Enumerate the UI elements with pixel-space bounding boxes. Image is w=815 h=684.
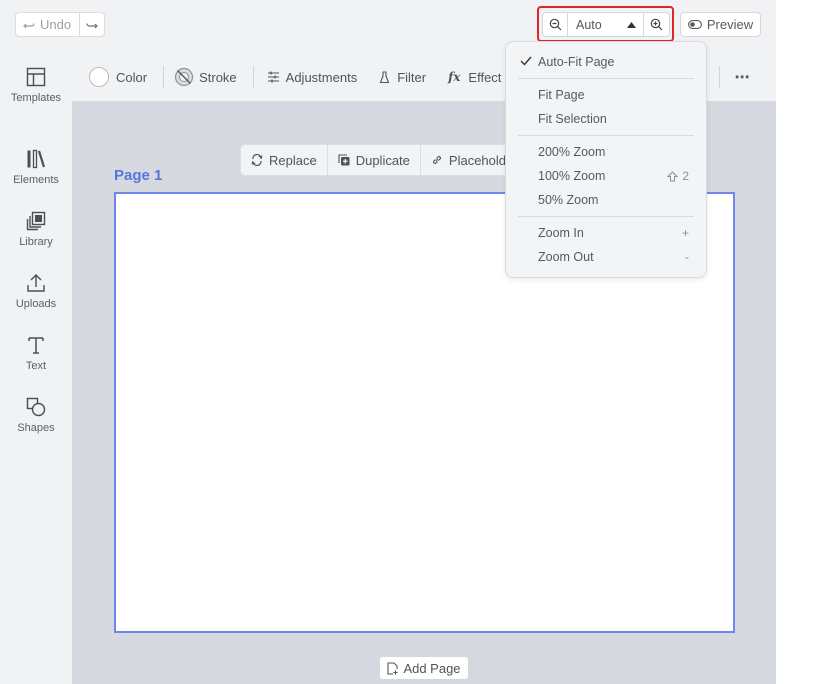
effect-button[interactable]: fx Effect bbox=[448, 70, 501, 85]
filter-button[interactable]: Filter bbox=[379, 70, 426, 85]
undo-redo-group: Undo bbox=[15, 12, 106, 37]
left-sidebar: Templates Elements Library Uploads Text … bbox=[0, 53, 72, 684]
preview-button[interactable]: Preview bbox=[680, 12, 761, 37]
sidebar-label-elements: Elements bbox=[13, 174, 59, 186]
preview-label: Preview bbox=[706, 17, 754, 32]
adjustments-label: Adjustments bbox=[285, 69, 358, 85]
sidebar-item-elements[interactable]: Elements bbox=[0, 149, 72, 186]
replace-button[interactable]: Replace bbox=[241, 145, 328, 175]
caret-up-icon bbox=[627, 21, 636, 28]
placeholder-label: Placehold bbox=[448, 152, 507, 168]
add-page-icon bbox=[387, 661, 398, 675]
redo-button[interactable] bbox=[80, 13, 104, 36]
element-context-bar: Replace Duplicate Placehold bbox=[240, 144, 520, 176]
zoom-in-button[interactable] bbox=[644, 13, 669, 36]
replace-icon bbox=[251, 154, 263, 166]
zoom-select[interactable]: Auto bbox=[568, 13, 644, 36]
upload-icon bbox=[27, 274, 45, 292]
menu-label-fit-selection: Fit Selection bbox=[538, 112, 607, 126]
zoom-dropdown-menu: Auto-Fit Page Fit Page Fit Selection 200… bbox=[505, 41, 707, 278]
fx-icon: fx bbox=[448, 70, 461, 84]
duplicate-label: Duplicate bbox=[355, 152, 410, 168]
shortcut-zoom-100: 2 bbox=[667, 169, 689, 183]
menu-item-auto-fit-page[interactable]: Auto-Fit Page bbox=[506, 51, 706, 73]
page-title: Page 1 bbox=[114, 167, 163, 184]
sliders-icon bbox=[267, 71, 279, 83]
duplicate-icon bbox=[338, 154, 350, 166]
sidebar-label-text: Text bbox=[25, 360, 47, 372]
color-button[interactable]: Color bbox=[89, 67, 147, 87]
shift-key-icon bbox=[667, 170, 679, 181]
toolbar-divider bbox=[252, 66, 254, 88]
sidebar-item-library[interactable]: Library bbox=[0, 211, 72, 248]
zoom-out-button[interactable] bbox=[543, 13, 568, 36]
menu-label-zoom-50: 50% Zoom bbox=[538, 193, 599, 207]
toggle-icon bbox=[687, 20, 702, 29]
link-icon bbox=[432, 155, 441, 165]
sidebar-item-text[interactable]: Text bbox=[0, 335, 72, 372]
menu-item-fit-page[interactable]: Fit Page bbox=[506, 84, 706, 106]
menu-item-zoom-out[interactable]: Zoom Out - bbox=[506, 246, 706, 268]
toolbar-divider bbox=[719, 66, 721, 88]
menu-label-fit-page: Fit Page bbox=[538, 88, 585, 102]
zoom-out-icon bbox=[549, 18, 561, 31]
more-options-button[interactable]: ⋯ bbox=[734, 68, 749, 86]
shapes-icon bbox=[26, 397, 46, 417]
more-icon: ⋯ bbox=[734, 69, 749, 86]
sidebar-label-library: Library bbox=[19, 236, 53, 248]
zoom-value: Auto bbox=[576, 17, 602, 32]
stroke-label: Stroke bbox=[199, 69, 237, 85]
effect-label: Effect bbox=[468, 69, 502, 85]
menu-item-zoom-50[interactable]: 50% Zoom bbox=[506, 189, 706, 211]
add-page-button[interactable]: Add Page bbox=[379, 656, 469, 680]
color-label: Color bbox=[116, 69, 148, 85]
menu-label-zoom-in: Zoom In bbox=[538, 226, 584, 240]
elements-icon bbox=[27, 149, 46, 169]
filter-label: Filter bbox=[397, 69, 427, 85]
undo-label: Undo bbox=[40, 17, 72, 32]
menu-divider bbox=[518, 216, 694, 217]
menu-item-zoom-200[interactable]: 200% Zoom bbox=[506, 141, 706, 163]
flask-icon bbox=[379, 70, 390, 83]
undo-button[interactable]: Undo bbox=[16, 13, 81, 36]
add-page-label: Add Page bbox=[403, 660, 461, 676]
menu-label-zoom-200: 200% Zoom bbox=[538, 145, 606, 159]
menu-item-zoom-100[interactable]: 100% Zoom 2 bbox=[506, 165, 706, 187]
undo-icon bbox=[23, 22, 35, 28]
sidebar-item-templates[interactable]: Templates bbox=[0, 67, 72, 104]
app-window: Undo Auto Preview Templates Elements Lib… bbox=[0, 0, 776, 684]
check-icon bbox=[520, 56, 532, 66]
sidebar-label-uploads: Uploads bbox=[15, 298, 57, 310]
menu-item-zoom-in[interactable]: Zoom In + bbox=[506, 222, 706, 244]
menu-item-fit-selection[interactable]: Fit Selection bbox=[506, 108, 706, 130]
placeholder-button[interactable]: Placehold bbox=[421, 145, 516, 175]
duplicate-button[interactable]: Duplicate bbox=[328, 145, 421, 175]
zoom-in-icon bbox=[650, 18, 663, 31]
sidebar-label-templates: Templates bbox=[10, 92, 62, 104]
library-icon bbox=[26, 211, 46, 231]
color-swatch-icon bbox=[89, 67, 109, 87]
zoom-control: Auto bbox=[542, 12, 670, 37]
sidebar-item-shapes[interactable]: Shapes bbox=[0, 397, 72, 434]
menu-divider bbox=[518, 135, 694, 136]
menu-label-zoom-100: 100% Zoom bbox=[538, 169, 606, 183]
stroke-button[interactable]: Stroke bbox=[174, 67, 237, 87]
menu-label-zoom-out: Zoom Out bbox=[538, 250, 594, 264]
templates-icon bbox=[26, 67, 46, 87]
toolbar-divider bbox=[163, 66, 165, 88]
menu-label-auto-fit-page: Auto-Fit Page bbox=[538, 55, 615, 69]
redo-icon bbox=[86, 22, 98, 28]
replace-label: Replace bbox=[269, 152, 317, 168]
sidebar-label-shapes: Shapes bbox=[17, 422, 55, 434]
shortcut-zoom-in: + bbox=[681, 226, 689, 240]
adjustments-button[interactable]: Adjustments bbox=[267, 69, 358, 85]
window-edge bbox=[776, 0, 815, 684]
shortcut-zoom-out: - bbox=[685, 250, 689, 264]
text-icon bbox=[28, 337, 44, 354]
sidebar-item-uploads[interactable]: Uploads bbox=[0, 273, 72, 310]
menu-divider bbox=[518, 78, 694, 79]
stroke-disabled-icon bbox=[174, 67, 194, 87]
shortcut-key-2: 2 bbox=[682, 169, 689, 183]
